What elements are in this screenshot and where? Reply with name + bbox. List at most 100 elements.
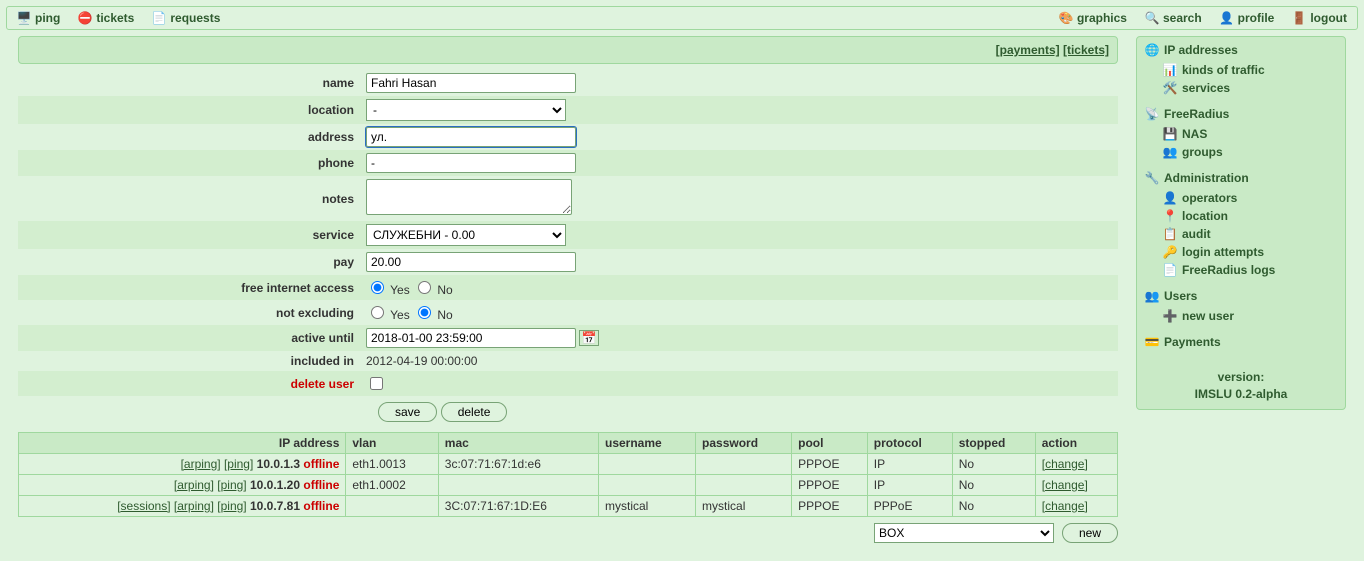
sidebar-head[interactable]: 🌐IP addresses	[1145, 43, 1337, 57]
address-label: address	[18, 124, 360, 150]
location-label: location	[18, 96, 360, 124]
sidebar-item[interactable]: 👥groups	[1163, 143, 1337, 161]
sidebar-head[interactable]: 📡FreeRadius	[1145, 107, 1337, 121]
button-row: save delete	[18, 396, 1118, 422]
toolbar-requests[interactable]: 📄requests	[152, 11, 220, 25]
phone-field[interactable]	[366, 153, 576, 173]
sidebar-head[interactable]: 👥Users	[1145, 289, 1337, 303]
new-ip-button[interactable]: new	[1062, 523, 1118, 543]
toolbar-search[interactable]: 🔍search	[1145, 11, 1202, 25]
sidebar-head[interactable]: 🔧Administration	[1145, 171, 1337, 185]
cell-vlan: eth1.0002	[346, 475, 438, 496]
monitor-icon: 🖥️	[17, 11, 31, 25]
group-icon: 🌐	[1145, 43, 1159, 57]
sidebar-panel: 🌐IP addresses 📊kinds of traffic🛠️services…	[1136, 36, 1346, 410]
sidebar-item[interactable]: 💾NAS	[1163, 125, 1337, 143]
nex-no-radio[interactable]	[418, 306, 431, 319]
item-icon: 👥	[1163, 145, 1177, 159]
cell-action: [change]	[1035, 496, 1117, 517]
th-password: password	[696, 433, 792, 454]
address-field[interactable]	[366, 127, 576, 147]
arping-link[interactable]: [arping]	[174, 499, 214, 513]
sidebar-item[interactable]: 📄FreeRadius logs	[1163, 261, 1337, 279]
arping-link[interactable]: [arping]	[174, 478, 214, 492]
delete-user-checkbox[interactable]	[370, 377, 383, 390]
tickets-link[interactable]: [tickets]	[1063, 43, 1109, 57]
change-link[interactable]: [change]	[1042, 457, 1088, 471]
cell-protocol: IP	[867, 454, 952, 475]
status-badge: offline	[303, 499, 339, 513]
graphics-icon: 🎨	[1059, 11, 1073, 25]
service-select[interactable]: СЛУЖЕБНИ - 0.00	[366, 224, 566, 246]
sidebar-item[interactable]: 🔑login attempts	[1163, 243, 1337, 261]
cell-password	[696, 475, 792, 496]
active-label: active until	[18, 325, 360, 351]
cell-action: [change]	[1035, 475, 1117, 496]
sidebar-item[interactable]: 📋audit	[1163, 225, 1337, 243]
sidebar-item[interactable]: 📍location	[1163, 207, 1337, 225]
item-icon: ➕	[1163, 309, 1177, 323]
th-stopped: stopped	[952, 433, 1035, 454]
search-icon: 🔍	[1145, 11, 1159, 25]
cell-action: [change]	[1035, 454, 1117, 475]
sidebar-item[interactable]: 🛠️services	[1163, 79, 1337, 97]
top-links: [payments] [tickets]	[18, 36, 1118, 64]
notes-label: notes	[18, 176, 360, 221]
cell-protocol: PPPoE	[867, 496, 952, 517]
new-ip-select[interactable]: BOX	[874, 523, 1054, 543]
version-info: version: IMSLU 0.2-alpha	[1145, 369, 1337, 403]
ping-link[interactable]: [ping]	[217, 499, 246, 513]
profile-icon: 👤	[1220, 11, 1234, 25]
cell-username: mystical	[599, 496, 696, 517]
sidebar-group: 📡FreeRadius 💾NAS👥groups	[1145, 107, 1337, 161]
cell-username	[599, 475, 696, 496]
item-icon: 💾	[1163, 127, 1177, 141]
pay-field[interactable]	[366, 252, 576, 272]
active-field[interactable]	[366, 328, 576, 348]
save-button[interactable]: save	[378, 402, 437, 422]
fia-yes-radio[interactable]	[371, 281, 384, 294]
sidebar-item[interactable]: 👤operators	[1163, 189, 1337, 207]
cell-protocol: IP	[867, 475, 952, 496]
cell-pool: PPPOE	[792, 496, 868, 517]
status-badge: offline	[303, 478, 339, 492]
ping-link[interactable]: [ping]	[224, 457, 253, 471]
item-icon: 📍	[1163, 209, 1177, 223]
delete-button[interactable]: delete	[441, 402, 508, 422]
item-icon: 🔑	[1163, 245, 1177, 259]
sidebar-item[interactable]: ➕new user	[1163, 307, 1337, 325]
name-field[interactable]	[366, 73, 576, 93]
sidebar-item[interactable]: 📊kinds of traffic	[1163, 61, 1337, 79]
delete-user-label: delete user	[18, 371, 360, 396]
nex-yes-radio[interactable]	[371, 306, 384, 319]
sidebar-items: 👤operators📍location📋audit🔑login attempts…	[1163, 189, 1337, 279]
toolbar-ping[interactable]: 🖥️ping	[17, 11, 60, 25]
toolbar-profile[interactable]: 👤profile	[1220, 11, 1275, 25]
nex-yes-text: Yes	[390, 308, 410, 322]
toolbar-tickets[interactable]: ⛔tickets	[78, 11, 134, 25]
change-link[interactable]: [change]	[1042, 499, 1088, 513]
fia-no-radio[interactable]	[418, 281, 431, 294]
cell-username	[599, 454, 696, 475]
ping-link[interactable]: [ping]	[217, 478, 246, 492]
toolbar-right: 🎨graphics 🔍search 👤profile 🚪logout	[1059, 11, 1347, 25]
sidebar-items: ➕new user	[1163, 307, 1337, 325]
toolbar-logout[interactable]: 🚪logout	[1292, 11, 1347, 25]
location-select[interactable]: -	[366, 99, 566, 121]
item-icon: 📋	[1163, 227, 1177, 241]
sessions-link[interactable]: [sessions]	[117, 499, 170, 513]
arping-link[interactable]: [arping]	[181, 457, 221, 471]
status-badge: offline	[303, 457, 339, 471]
calendar-icon[interactable]: 📅	[579, 330, 599, 346]
sidebar-head[interactable]: 💳Payments	[1145, 335, 1337, 349]
group-icon: 🔧	[1145, 171, 1159, 185]
th-username: username	[599, 433, 696, 454]
ip-cell: [arping] [ping] 10.0.1.3 offline	[19, 454, 346, 475]
toolbar-graphics[interactable]: 🎨graphics	[1059, 11, 1127, 25]
notes-field[interactable]	[366, 179, 572, 215]
cell-mac: 3c:07:71:67:1d:e6	[438, 454, 598, 475]
payments-link[interactable]: [payments]	[996, 43, 1060, 57]
ip-value: 10.0.1.20	[250, 478, 300, 492]
change-link[interactable]: [change]	[1042, 478, 1088, 492]
th-protocol: protocol	[867, 433, 952, 454]
